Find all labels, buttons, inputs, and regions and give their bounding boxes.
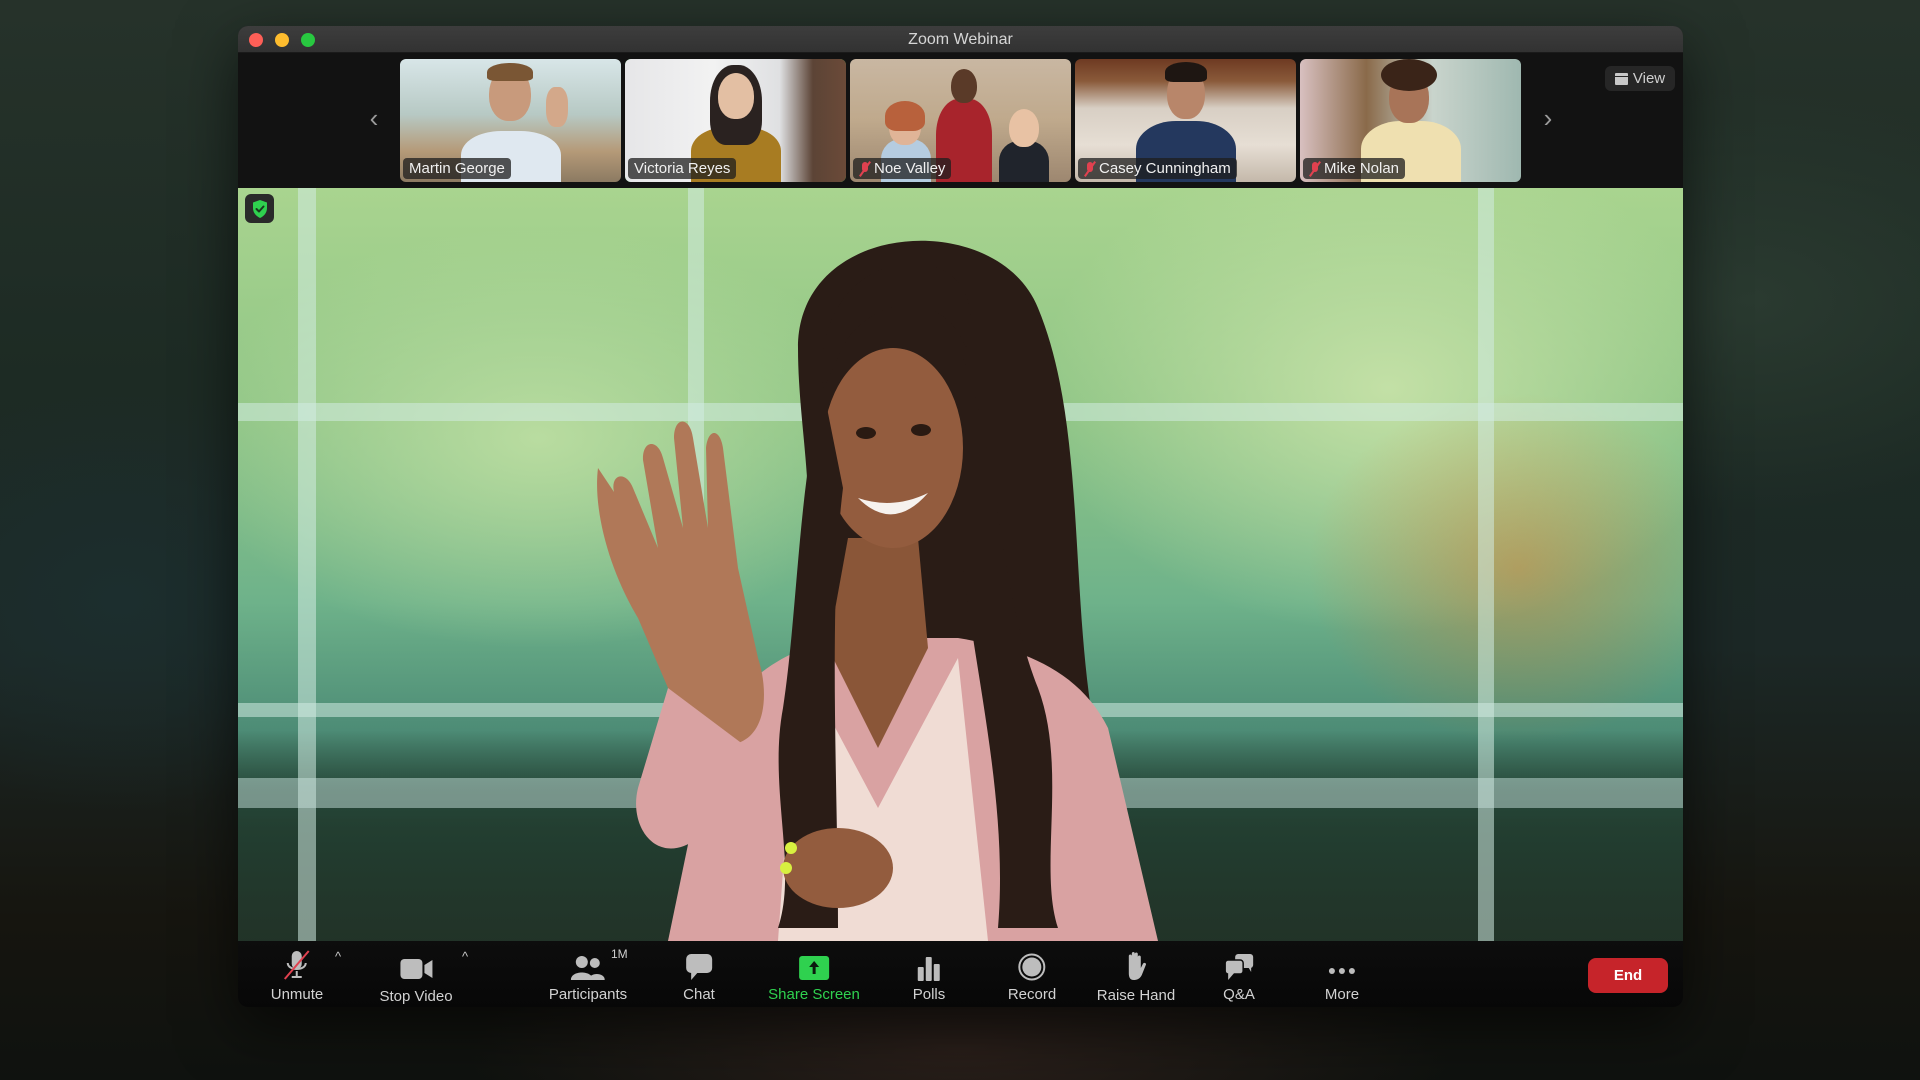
bar-chart-icon (917, 957, 940, 981)
video-options-caret[interactable]: ^ (462, 949, 468, 964)
presenter-figure (597, 240, 1158, 941)
window-title: Zoom Webinar (908, 31, 1013, 48)
raise-hand-button[interactable]: Raise Hand (1097, 941, 1175, 1007)
mic-muted-icon (1084, 161, 1096, 177)
security-badge[interactable] (245, 194, 274, 223)
share-screen-icon (798, 956, 829, 980)
audio-options-caret[interactable]: ^ (335, 949, 341, 964)
chevron-right-icon[interactable]: › (1538, 105, 1558, 131)
video-camera-icon (400, 959, 432, 979)
mic-muted-icon (284, 950, 310, 980)
share-screen-button[interactable]: Share Screen (768, 941, 860, 1007)
participants-icon (571, 956, 605, 980)
end-meeting-button[interactable]: End (1588, 958, 1668, 993)
chat-bubble-icon (686, 954, 712, 980)
ellipsis-icon (1329, 968, 1355, 974)
more-button[interactable]: More (1325, 941, 1359, 1007)
mic-muted-icon (1309, 161, 1321, 177)
title-bar: Zoom Webinar (238, 26, 1683, 53)
meeting-toolbar: Unmute ^ Stop Video ^ 1M Participants Ch… (238, 941, 1683, 1007)
participant-tile-casey-cunningham[interactable]: Casey Cunningham (1075, 59, 1296, 182)
participant-name-tag: Noe Valley (853, 158, 952, 179)
participants-button[interactable]: 1M Participants (549, 941, 628, 1007)
qa-bubbles-icon (1224, 954, 1253, 980)
view-button[interactable]: View (1605, 66, 1675, 91)
qa-button[interactable]: Q&A (1223, 941, 1255, 1007)
participant-tile-martin-george[interactable]: Martin George (400, 59, 621, 182)
participant-name-tag: Victoria Reyes (628, 158, 737, 179)
record-button[interactable]: Record (1008, 941, 1056, 1007)
shield-check-icon (252, 199, 267, 218)
participant-name-tag: Mike Nolan (1303, 158, 1406, 179)
participant-count: 1M (611, 947, 628, 961)
participant-tile-noe-valley[interactable]: Noe Valley (850, 59, 1071, 182)
chevron-left-icon[interactable]: ‹ (364, 105, 384, 131)
participant-name-tag: Casey Cunningham (1078, 158, 1237, 179)
stop-video-button[interactable]: Stop Video (379, 941, 453, 1007)
unmute-button[interactable]: Unmute (271, 941, 323, 1007)
main-speaker-video (238, 188, 1683, 941)
participant-tile-mike-nolan[interactable]: Mike Nolan (1300, 59, 1521, 182)
mic-muted-icon (859, 161, 871, 177)
zoom-window: Zoom Webinar ‹ Martin George Victoria Re… (238, 26, 1683, 1007)
record-icon (1018, 953, 1046, 981)
participant-strip: ‹ Martin George Victoria Reyes Noe Valle… (238, 53, 1683, 188)
polls-button[interactable]: Polls (913, 941, 945, 1007)
participant-name-tag: Martin George (403, 158, 511, 179)
participant-tile-victoria-reyes[interactable]: Victoria Reyes (625, 59, 846, 182)
chat-button[interactable]: Chat (683, 941, 715, 1007)
grid-view-icon (1614, 72, 1628, 85)
hand-icon (1128, 952, 1147, 980)
